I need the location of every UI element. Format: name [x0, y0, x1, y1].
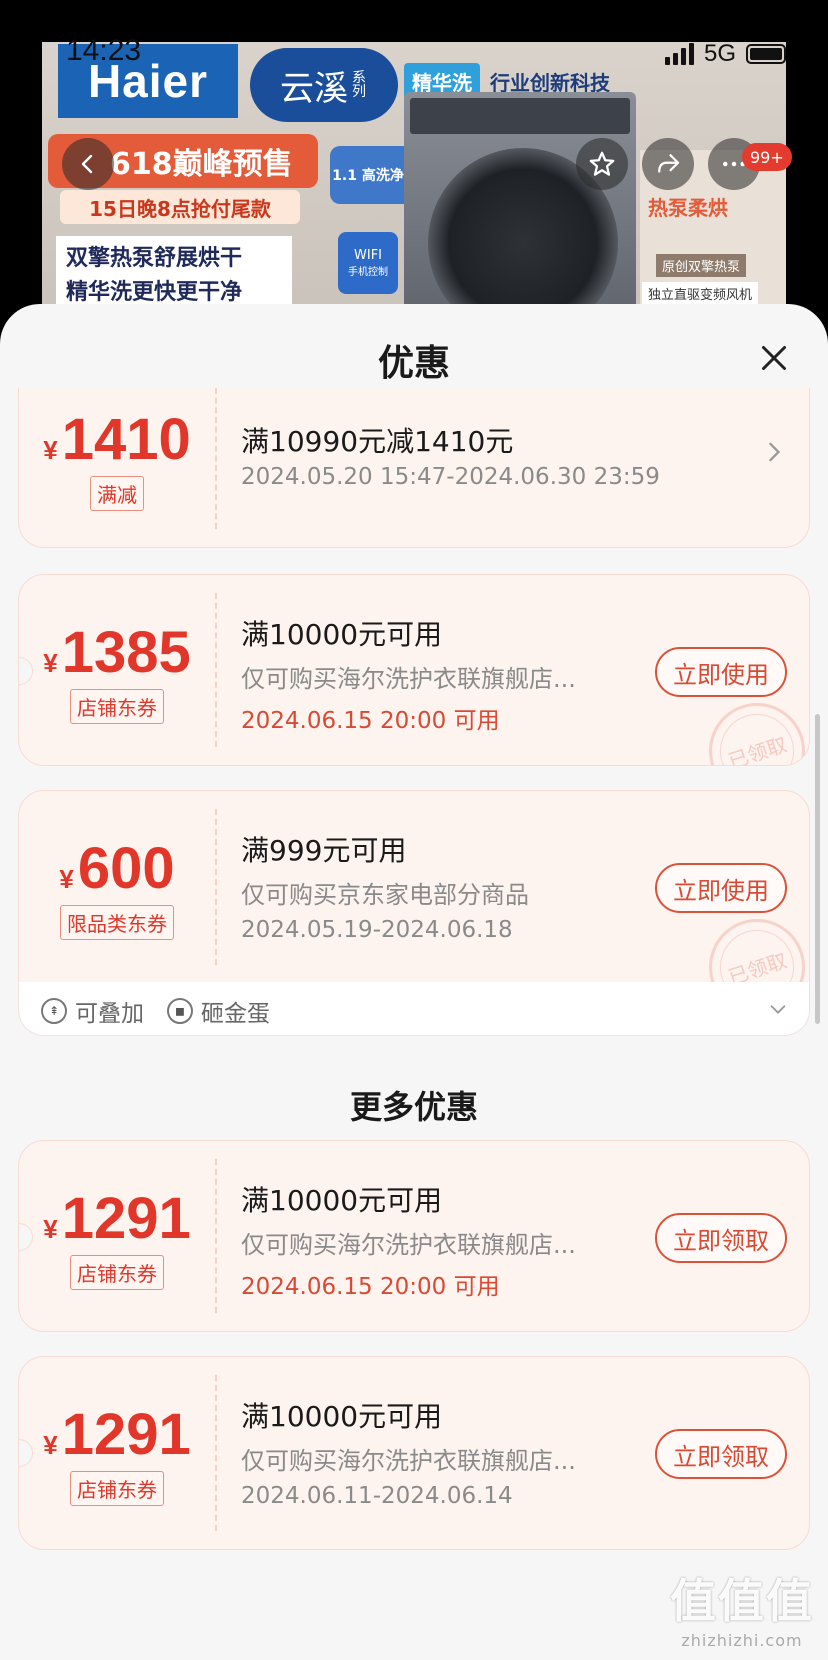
coupon-condition: 满999元可用 — [241, 834, 407, 867]
tag-label: 砸金蛋 — [201, 1001, 270, 1027]
share-icon — [658, 154, 680, 173]
feature-card-title: 热泵柔烘 — [648, 196, 728, 220]
coupon-scope: 仅可购买海尔洗护衣联旗舰店... — [241, 1231, 576, 1259]
currency-symbol: ¥ — [43, 1214, 58, 1244]
coupon-type-label: 店铺东券 — [70, 1471, 164, 1506]
coupon-value: 1410 — [61, 407, 191, 472]
coupon-card[interactable]: ¥1291 店铺东券 满10000元可用 仅可购买海尔洗护衣联旗舰店... 20… — [18, 1140, 810, 1332]
chevron-down-icon[interactable] — [767, 998, 789, 1020]
tag-label: 可叠加 — [75, 1001, 144, 1027]
wifi-badge: WIFI 手机控制 — [338, 232, 398, 294]
coupon-condition: 满10000元可用 — [241, 1184, 443, 1217]
stack-icon: ⇞ — [41, 998, 67, 1024]
signal-icon — [664, 43, 694, 65]
wifi-label: WIFI — [354, 248, 382, 263]
coupon-type-label: 满减 — [90, 476, 144, 511]
coupon-date: 2024.06.15 20:00 可用 — [241, 1274, 500, 1300]
star-icon — [589, 151, 615, 176]
promo-subtitle: 15日晚8点抢付尾款 — [60, 190, 300, 224]
coupon-card[interactable]: ¥1410 满减 满10990元减1410元 2024.05.20 15:47-… — [18, 388, 810, 548]
status-icons: 5G — [664, 40, 786, 68]
watermark-logo: 值值值 — [670, 1574, 814, 1628]
status-time: 14:23 — [66, 34, 142, 67]
coupon-condition: 满10990元减1410元 — [241, 425, 514, 458]
coupon-type-label: 店铺东券 — [70, 689, 164, 724]
coupon-amount: ¥1291 — [19, 1185, 215, 1252]
coupon-condition: 满10000元可用 — [241, 1400, 443, 1433]
feature-card-line-1: 原创双擎热泵 — [656, 254, 747, 277]
coupon-date: 2024.06.11-2024.06.14 — [241, 1483, 513, 1509]
hammer-icon: ◼ — [167, 998, 193, 1024]
series-name: 云溪 — [280, 68, 348, 109]
chevron-right-icon[interactable] — [765, 438, 785, 466]
claim-now-button[interactable]: 立即领取 — [655, 1213, 787, 1263]
coupon-amount: ¥1385 — [19, 619, 215, 686]
coupon-type-label: 店铺东券 — [70, 1255, 164, 1290]
coupon-type: 满减 — [19, 476, 215, 511]
coupon-value: 1385 — [61, 620, 191, 685]
coupon-card[interactable]: ¥1291 店铺东券 满10000元可用 仅可购买海尔洗护衣联旗舰店... 20… — [18, 1356, 810, 1550]
currency-symbol: ¥ — [43, 1430, 58, 1460]
more-discounts-title: 更多优惠 — [349, 1088, 478, 1126]
coupon-value: 1291 — [61, 1402, 191, 1467]
scrollbar[interactable] — [815, 714, 820, 1024]
coupon-amount: ¥1291 — [19, 1401, 215, 1468]
coupon-type-label: 限品类东券 — [60, 905, 174, 940]
coupon-type: 店铺东券 — [19, 1471, 215, 1506]
claimed-stamp: 已领取 — [696, 690, 809, 765]
coupon-scope: 仅可购买海尔洗护衣联旗舰店... — [241, 665, 576, 693]
share-button[interactable] — [642, 138, 694, 190]
sheet-title: 优惠 — [377, 343, 450, 384]
use-now-button[interactable]: 立即使用 — [655, 863, 787, 913]
coupon-tags[interactable]: ⇞ 可叠加 ◼ 砸金蛋 — [18, 982, 810, 1036]
battery-icon — [746, 44, 786, 64]
currency-symbol: ¥ — [59, 864, 74, 894]
coupon-amount: ¥1410 — [19, 406, 215, 473]
coupon-date: 2024.06.15 20:00 可用 — [241, 708, 500, 734]
coupon-type: 店铺东券 — [19, 689, 215, 724]
washer-illustration — [404, 92, 636, 330]
coupon-amount: ¥600 — [19, 835, 215, 902]
tag-stackable: ⇞ 可叠加 — [41, 994, 144, 1028]
close-icon[interactable] — [756, 340, 792, 376]
claim-now-button[interactable]: 立即领取 — [655, 1429, 787, 1479]
coupon-card[interactable]: ¥1385 店铺东券 满10000元可用 仅可购买海尔洗护衣联旗舰店... 20… — [18, 574, 810, 766]
coupon-type: 限品类东券 — [19, 905, 215, 940]
series-suffix: 系列 — [352, 70, 366, 100]
site-watermark: 值值值 zhizhizhi.com — [670, 1565, 814, 1650]
feature-card-line-2: 独立直驱变频风机 — [642, 282, 759, 305]
coupon-card[interactable]: ¥600 限品类东券 满999元可用 仅可购买京东家电部分商品 2024.05.… — [18, 790, 810, 984]
wifi-sub: 手机控制 — [348, 267, 388, 278]
coupon-value: 600 — [77, 836, 175, 901]
coupon-scope: 仅可购买京东家电部分商品 — [241, 881, 529, 909]
coupon-date: 2024.05.20 15:47-2024.06.30 23:59 — [241, 464, 660, 490]
network-type: 5G — [703, 40, 736, 67]
discount-sheet: 优惠 ¥1410 满减 满10990元减1410元 2024.05.20 15:… — [0, 304, 828, 1660]
watermark-url: zhizhizhi.com — [681, 1631, 803, 1650]
claimed-stamp: 已领取 — [696, 906, 809, 983]
series-logo: 云溪 系列 — [250, 48, 398, 122]
back-button[interactable] — [62, 138, 114, 190]
coupon-value: 1291 — [61, 1186, 191, 1251]
favorite-button[interactable] — [576, 138, 628, 190]
tag-golden-egg: ◼ 砸金蛋 — [167, 994, 270, 1028]
message-count-badge: 99+ — [742, 143, 792, 171]
use-now-button[interactable]: 立即使用 — [655, 647, 787, 697]
product-banner: Haier 云溪 系列 精华洗 行业创新科技 618巅峰预售 15日晚8点抢付尾… — [0, 0, 828, 330]
coupon-condition: 满10000元可用 — [241, 618, 443, 651]
feature-line-1: 双擎热泵舒展烘干 — [66, 246, 243, 271]
coupon-date: 2024.05.19-2024.06.18 — [241, 917, 513, 943]
currency-symbol: ¥ — [43, 648, 58, 678]
currency-symbol: ¥ — [43, 435, 58, 465]
chevron-left-icon — [81, 154, 93, 174]
coupon-type: 店铺东券 — [19, 1255, 215, 1290]
coupon-scope: 仅可购买海尔洗护衣联旗舰店... — [241, 1447, 576, 1475]
